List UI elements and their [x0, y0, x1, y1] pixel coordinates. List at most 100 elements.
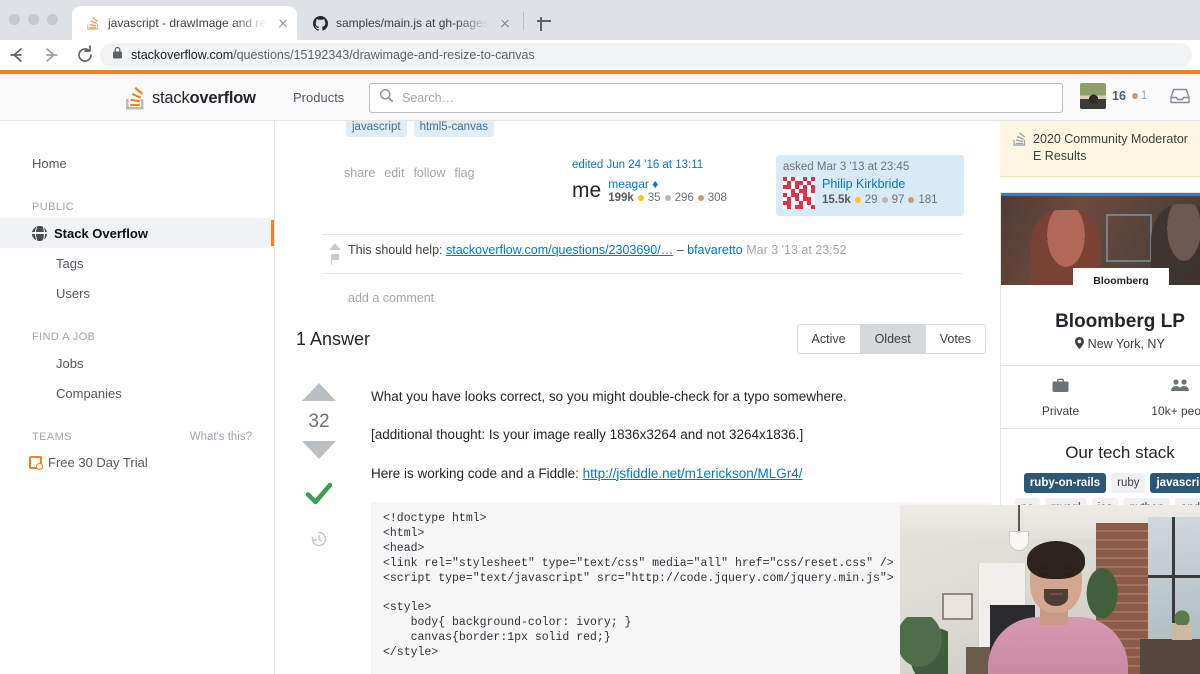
job-ad-card[interactable]: Bloomberg Bloomberg LP New York, NY Priv…	[1000, 191, 1200, 544]
sidebar-item-jobs[interactable]: Jobs	[0, 348, 274, 378]
screen: javascript - drawImage and res samples/m…	[0, 0, 1200, 674]
flag-link[interactable]: flag	[454, 166, 474, 180]
gold-badge-icon	[854, 196, 861, 203]
job-ad-hero-image: Bloomberg	[1001, 192, 1200, 285]
upvote-button[interactable]	[302, 383, 336, 401]
sidebar-item-users[interactable]: Users	[0, 278, 274, 308]
asked-by-card: asked Mar 3 '13 at 23:45 Philip Kirkbrid…	[776, 155, 964, 216]
follow-link[interactable]: follow	[413, 166, 445, 180]
products-menu[interactable]: Products	[293, 90, 344, 105]
site-search-box[interactable]: Search…	[369, 83, 1063, 113]
whats-this-link[interactable]: What's this?	[190, 431, 252, 443]
close-tab-icon[interactable]	[497, 15, 513, 31]
answer-code-block[interactable]: <!doctype html> <html> <head> <link rel=…	[371, 501, 991, 674]
share-link[interactable]: share	[344, 166, 375, 180]
sidebar-heading-teams: TEAMS	[32, 431, 72, 443]
avatar[interactable]	[783, 177, 815, 209]
tab-github[interactable]: samples/main.js at gh-pages	[300, 6, 520, 40]
editor-silver-count: 296	[674, 192, 694, 205]
reload-button[interactable]	[68, 40, 102, 70]
sort-oldest-button[interactable]: Oldest	[860, 325, 926, 353]
tab-stackoverflow[interactable]: javascript - drawImage and res	[72, 6, 297, 40]
new-tab-button[interactable]	[534, 11, 554, 31]
sidebar-heading-public: PUBLIC	[32, 201, 75, 213]
comment-upvote-icon[interactable]	[329, 243, 341, 250]
asker-name[interactable]: Philip Kirkbride	[822, 177, 938, 193]
address-domain: stackoverflow.com	[131, 48, 234, 62]
add-comment-link[interactable]: add a comment	[348, 291, 434, 305]
browser-chrome: javascript - drawImage and res samples/m…	[0, 0, 1200, 70]
company-stats: Private 10k+ peop	[1001, 364, 1200, 429]
close-tab-icon[interactable]	[275, 15, 291, 31]
comment-link[interactable]: stackoverflow.com/questions/2303690/…	[446, 243, 673, 257]
lock-icon	[112, 46, 123, 64]
comment-text: This should help: stackoverflow.com/ques…	[348, 242, 847, 265]
answer-item: 32 What you have looks correct, so you m…	[294, 383, 994, 674]
webcam-plant-right	[1086, 567, 1122, 625]
answer-paragraph: [additional thought: Is your image reall…	[371, 427, 804, 443]
forward-button[interactable]	[34, 40, 68, 70]
downvote-button[interactable]	[302, 441, 336, 459]
tag-javascript[interactable]: javascript	[346, 121, 407, 137]
sort-votes-button[interactable]: Votes	[925, 325, 985, 353]
answer-paragraph: What you have looks correct, so you migh…	[371, 389, 847, 404]
community-notice[interactable]: 2020 Community Moderator E Results	[1000, 121, 1200, 177]
stackoverflow-icon	[84, 15, 100, 31]
webcam-wall-frame	[942, 593, 973, 620]
sidebar-item-companies[interactable]: Companies	[0, 378, 274, 408]
company-stat-label: Private	[1041, 403, 1080, 418]
company-stat-type: Private	[1001, 366, 1120, 428]
asker-gold-count: 29	[864, 193, 878, 206]
inbox-icon[interactable]	[1170, 88, 1190, 104]
webcam-person-eye	[1064, 573, 1071, 576]
close-window-button[interactable]	[9, 14, 20, 25]
tag-html5-canvas[interactable]: html5-canvas	[413, 121, 494, 137]
map-pin-icon	[1075, 336, 1087, 351]
comment-date: Mar 3 '13 at 23:52	[746, 243, 847, 257]
comment-author[interactable]: bfavaretto	[687, 243, 743, 257]
avatar[interactable]	[1080, 83, 1106, 109]
user-reputation: 16	[1112, 89, 1126, 103]
sidebar-item-home[interactable]: Home	[0, 148, 274, 178]
sidebar-item-stack-overflow[interactable]: Stack Overflow	[0, 218, 274, 248]
edit-link[interactable]: edit	[384, 166, 404, 180]
tech-tag-ruby[interactable]: ruby	[1111, 472, 1146, 493]
answer-sort-group: Active Oldest Votes	[796, 324, 986, 354]
asker-info: Philip Kirkbride 15.5k 29 97 181	[783, 177, 957, 209]
webcam-pot	[1172, 623, 1192, 640]
webcam-overlay[interactable]	[900, 505, 1200, 674]
tech-tag-ruby-on-rails[interactable]: ruby-on-rails	[1023, 472, 1107, 493]
stackoverflow-logo[interactable]: stackoverflow	[124, 86, 256, 111]
checkmark-icon	[305, 481, 333, 512]
answers-header: 1 Answer Active Oldest Votes	[296, 324, 986, 354]
history-clock-icon[interactable]	[310, 530, 328, 553]
comment-prefix: This should help:	[348, 243, 446, 257]
maximize-window-button[interactable]	[47, 14, 58, 25]
globe-icon	[32, 225, 47, 241]
tech-tag-javascript[interactable]: javascript	[1150, 472, 1200, 493]
tech-stack-title: Our tech stack	[1065, 442, 1175, 462]
sidebar-item-free-trial[interactable]: Free 30 Day Trial	[0, 448, 274, 476]
people-icon	[1170, 379, 1190, 397]
editor-name[interactable]: meagar ♦	[608, 177, 727, 191]
edited-timestamp[interactable]: edited Jun 24 '16 at 13:11	[572, 159, 762, 171]
silver-badge-icon	[664, 195, 671, 202]
asker-details: Philip Kirkbride 15.5k 29 97 181	[822, 177, 938, 206]
search-input[interactable]: Search…	[402, 91, 454, 105]
address-bar[interactable]: stackoverflow.com/questions/15192343/dra…	[100, 43, 1192, 67]
company-name: Bloomberg LP	[1055, 310, 1185, 332]
sidebar-item-tags[interactable]: Tags	[0, 248, 274, 278]
stackoverflow-logo-icon	[124, 86, 145, 111]
question-tags: javascript html5-canvas	[346, 121, 494, 137]
window-controls[interactable]	[9, 14, 58, 25]
user-menu[interactable]: 16 1	[1080, 83, 1147, 109]
sort-active-button[interactable]: Active	[797, 325, 861, 353]
fiddle-link[interactable]: http://jsfiddle.net/m1erickson/MLGr4/	[583, 466, 803, 481]
sidebar-teams-header: TEAMS What's this?	[0, 426, 274, 448]
back-button[interactable]	[0, 40, 34, 70]
minimize-window-button[interactable]	[28, 14, 39, 25]
moderator-diamond-icon: ♦	[652, 177, 659, 191]
stackoverflow-small-icon	[1012, 131, 1026, 165]
comment-flag-icon[interactable]	[330, 254, 340, 265]
webcam-plant-left	[900, 617, 948, 674]
